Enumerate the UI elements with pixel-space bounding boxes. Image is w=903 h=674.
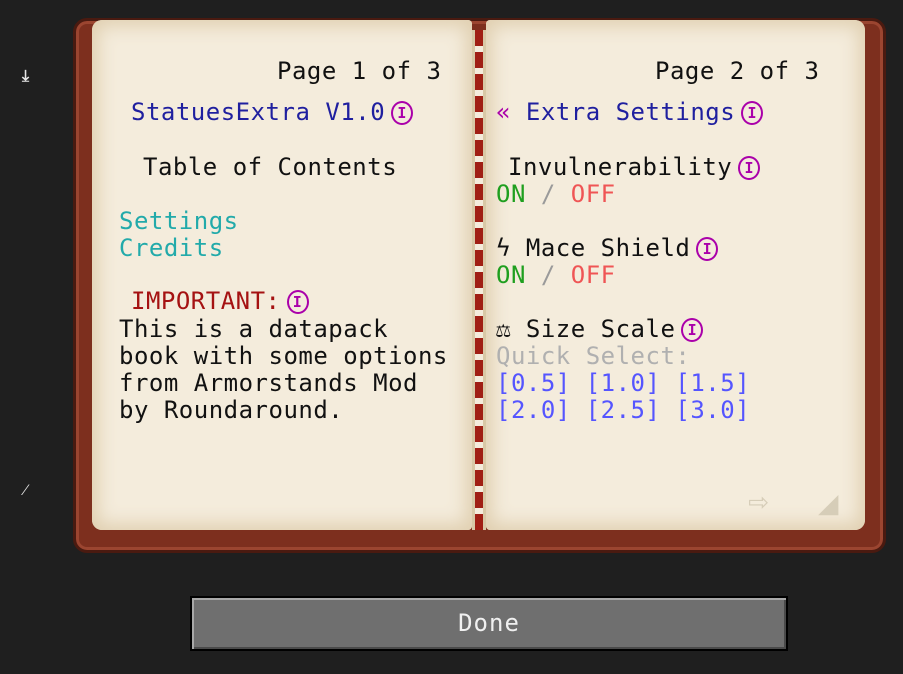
page-number-left: Page 1 of 3 <box>277 57 442 85</box>
settings-title-text: Extra Settings <box>525 98 736 126</box>
scale-option[interactable]: [2.5] <box>586 396 661 424</box>
scale-option[interactable]: [1.0] <box>586 369 661 397</box>
important-line: book with some options <box>119 342 448 370</box>
off-button[interactable]: OFF <box>571 261 616 289</box>
book-spine <box>472 30 486 530</box>
setting-mace-shield: ϟ Mace Shield I <box>496 234 719 262</box>
invulnerability-toggle: ON / OFF <box>496 181 616 208</box>
scale-option[interactable]: [1.5] <box>675 369 750 397</box>
setting-invulnerability: Invulnerability I <box>508 153 761 181</box>
download-icon[interactable]: ⤓ <box>22 68 29 84</box>
scale-icon: ⚖ <box>496 315 511 343</box>
toggle-separator: / <box>540 261 556 289</box>
info-icon[interactable]: I <box>681 318 704 342</box>
setting-label: Mace Shield <box>525 234 691 262</box>
scale-option[interactable]: [0.5] <box>496 369 571 397</box>
page-curl-icon: ◢ <box>818 483 839 523</box>
back-arrow-icon[interactable]: « <box>496 98 511 126</box>
on-button[interactable]: ON <box>496 180 526 208</box>
important-line: from Armorstands Mod <box>119 369 418 397</box>
setting-size-scale: ⚖ Size Scale I <box>496 315 704 343</box>
toc-link-settings[interactable]: Settings <box>119 208 239 235</box>
scale-row-2: [2.0] [2.5] [3.0] <box>496 397 750 424</box>
toc-link-credits[interactable]: Credits <box>119 235 224 262</box>
important-label: IMPORTANT: <box>131 287 281 315</box>
quick-select-label: Quick Select: <box>496 342 691 370</box>
important-heading: IMPORTANT: I <box>131 288 309 315</box>
mace-shield-toggle: ON / OFF <box>496 262 616 289</box>
important-line: This is a datapack <box>119 315 389 343</box>
info-icon[interactable]: I <box>286 290 309 314</box>
scale-row-1: [0.5] [1.0] [1.5] <box>496 370 750 397</box>
lightning-icon: ϟ <box>496 234 511 262</box>
info-icon[interactable]: I <box>738 156 761 180</box>
setting-label: Size Scale <box>525 315 676 343</box>
done-button[interactable]: Done <box>190 596 788 651</box>
feather-icon: ⁄ <box>24 480 27 499</box>
info-icon[interactable]: I <box>741 101 764 125</box>
on-button[interactable]: ON <box>496 261 526 289</box>
settings-title: « Extra Settings I <box>496 98 764 126</box>
scale-option[interactable]: [3.0] <box>675 396 750 424</box>
scale-option[interactable]: [2.0] <box>496 396 571 424</box>
info-icon[interactable]: I <box>391 101 414 125</box>
info-icon[interactable]: I <box>696 237 719 261</box>
book-title: StatuesExtra V1.0 I <box>131 98 414 126</box>
toggle-separator: / <box>540 180 556 208</box>
page-number-right: Page 2 of 3 <box>655 57 820 85</box>
book-title-text: StatuesExtra V1.0 <box>131 98 386 126</box>
next-page-arrow-icon[interactable]: ⇨ <box>748 484 768 518</box>
off-button[interactable]: OFF <box>571 180 616 208</box>
setting-label: Invulnerability <box>508 153 733 181</box>
important-line: by Roundaround. <box>119 396 344 424</box>
toc-heading: Table of Contents <box>143 153 398 181</box>
left-page <box>92 20 472 530</box>
